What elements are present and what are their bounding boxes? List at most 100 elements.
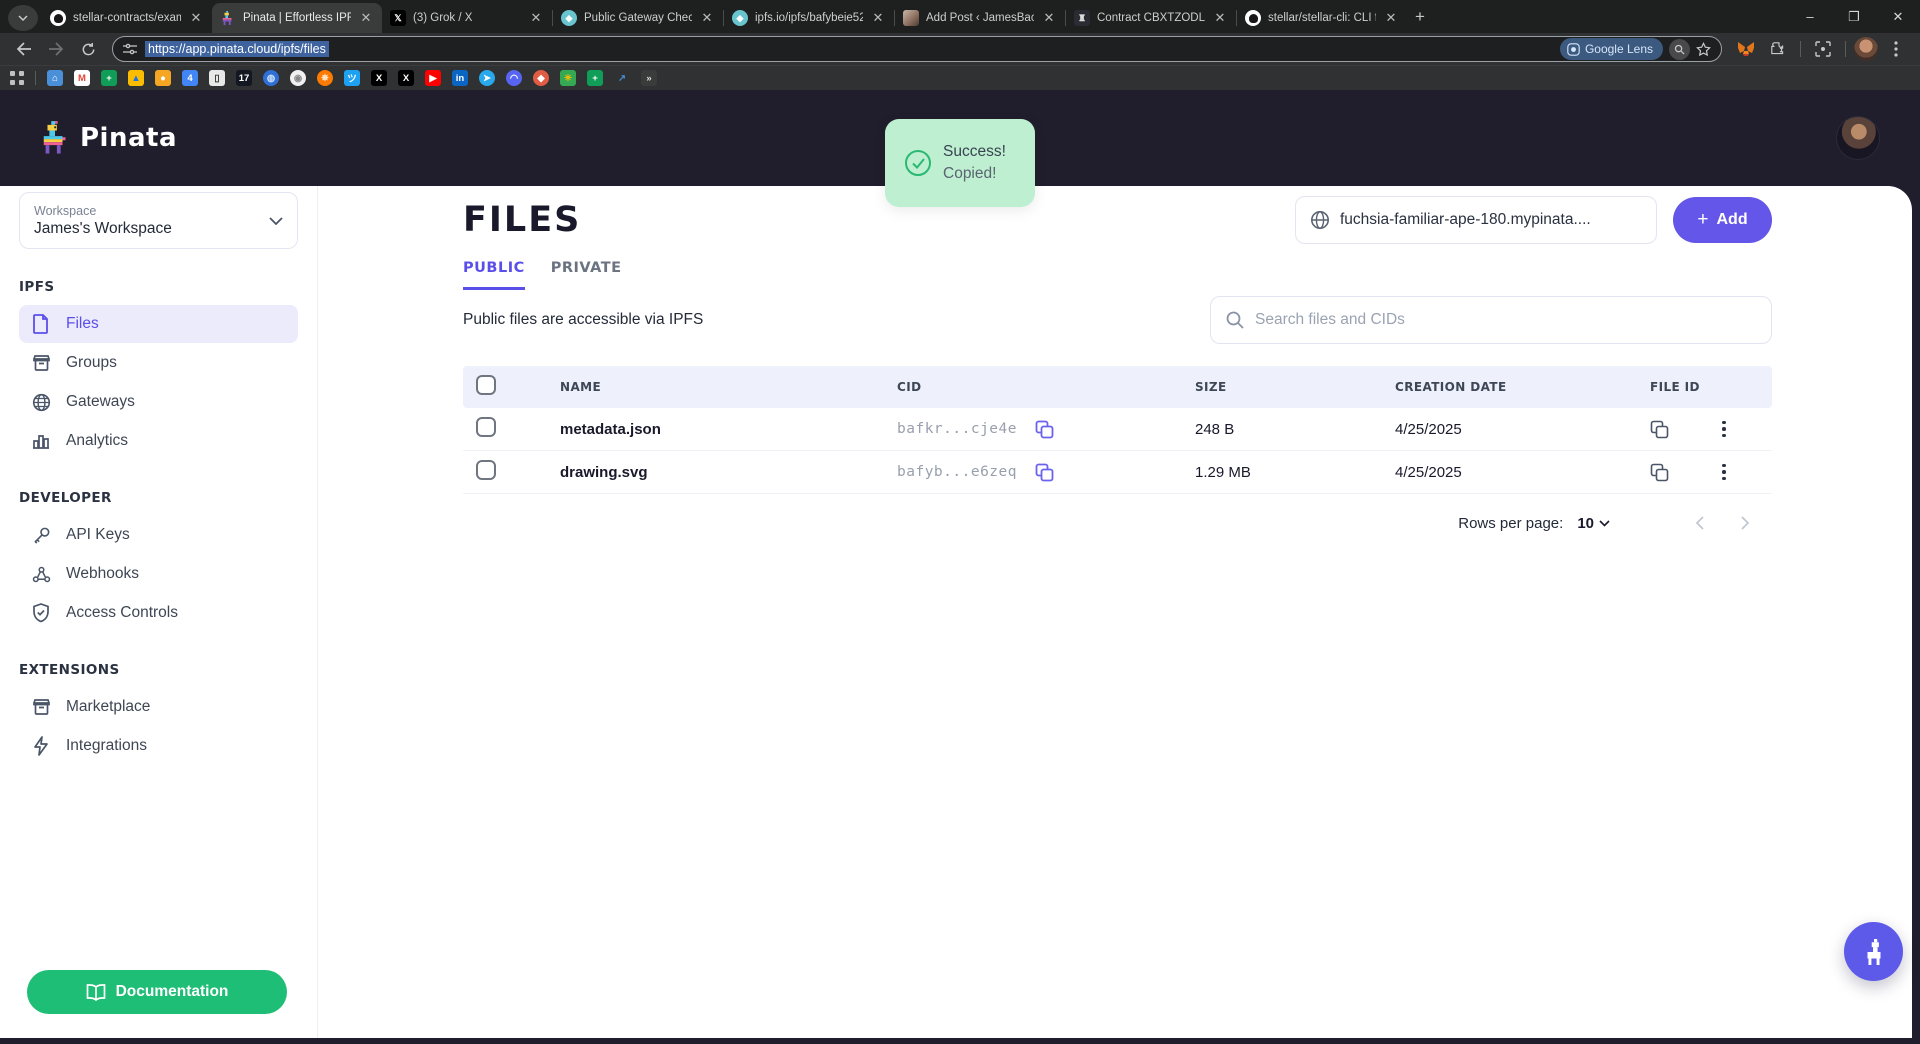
tab-private[interactable]: PRIVATE bbox=[551, 260, 622, 290]
bookmark-youtube-icon[interactable]: ▶ bbox=[425, 70, 441, 86]
next-page-button[interactable] bbox=[1734, 512, 1756, 534]
select-all-checkbox[interactable] bbox=[476, 375, 496, 395]
sidebar-item-api-keys[interactable]: API Keys bbox=[19, 516, 298, 554]
user-avatar[interactable] bbox=[1836, 116, 1880, 160]
chat-support-button[interactable] bbox=[1844, 922, 1903, 981]
tab-close-icon[interactable]: ✕ bbox=[358, 10, 374, 26]
bookmark-sphere-icon[interactable]: ◍ bbox=[263, 70, 279, 86]
tab-close-icon[interactable]: ✕ bbox=[1041, 10, 1057, 26]
workspace-selector[interactable]: Workspace James's Workspace bbox=[19, 192, 298, 249]
bookmark-telegram-icon[interactable]: ➤ bbox=[479, 70, 495, 86]
previous-page-button[interactable] bbox=[1688, 512, 1710, 534]
tab-pinata-active[interactable]: Pinata | Effortless IPFS File Mana ✕ bbox=[212, 3, 382, 33]
site-settings-icon[interactable] bbox=[123, 43, 137, 55]
row-checkbox[interactable] bbox=[476, 460, 496, 480]
row-menu-button[interactable] bbox=[1714, 421, 1734, 438]
forward-button[interactable] bbox=[42, 35, 70, 63]
url-text[interactable]: https://app.pinata.cloud/ipfs/files bbox=[145, 41, 329, 57]
gateway-selector[interactable]: fuchsia-familiar-ape-180.mypinata.... bbox=[1295, 196, 1657, 244]
pinata-logo[interactable]: Pinata bbox=[40, 121, 177, 155]
copy-cid-button[interactable] bbox=[1035, 463, 1054, 482]
apps-grid-icon[interactable] bbox=[10, 71, 24, 85]
bookmark-chart-icon[interactable]: ↗ bbox=[614, 70, 630, 86]
tab-close-icon[interactable]: ✕ bbox=[528, 10, 544, 26]
tab-search-button[interactable] bbox=[8, 5, 38, 31]
tab-add-post[interactable]: Add Post ‹ JamesBachini.com – ✕ bbox=[895, 3, 1065, 33]
sidebar-item-gateways[interactable]: Gateways bbox=[19, 383, 298, 421]
bookmark-drive-icon[interactable]: ▲ bbox=[128, 70, 144, 86]
sidebar-item-files[interactable]: Files bbox=[19, 305, 298, 343]
minimize-button[interactable]: – bbox=[1788, 0, 1832, 33]
add-button[interactable]: + Add bbox=[1673, 197, 1772, 243]
pinata-llama-icon bbox=[221, 11, 235, 25]
restore-button[interactable]: ❐ bbox=[1832, 0, 1876, 33]
tab-contract[interactable]: ♜ Contract CBXTZODLEK6C2EXSY ✕ bbox=[1066, 3, 1236, 33]
bookmark-overflow-icon[interactable]: » bbox=[641, 70, 657, 86]
sidebar-item-marketplace[interactable]: Marketplace bbox=[19, 688, 298, 726]
bookmark-blue-four-icon[interactable]: 4 bbox=[182, 70, 198, 86]
copy-file-id-button[interactable] bbox=[1650, 420, 1669, 439]
bookmark-purple-app-icon[interactable]: ◠ bbox=[506, 70, 522, 86]
bar-chart-icon bbox=[31, 432, 51, 450]
screenshot-tool-icon[interactable] bbox=[1809, 35, 1837, 63]
sidebar-item-integrations[interactable]: Integrations bbox=[19, 727, 298, 765]
documentation-button[interactable]: Documentation bbox=[27, 970, 287, 1014]
tab-stellar-contracts[interactable]: stellar-contracts/examples/nft ✕ bbox=[42, 3, 212, 33]
sidebar-item-groups[interactable]: Groups bbox=[19, 344, 298, 382]
gateway-domain: fuchsia-familiar-ape-180.mypinata.... bbox=[1340, 211, 1591, 229]
bookmark-x-app-1-icon[interactable]: X bbox=[371, 70, 387, 86]
bookmark-home-icon[interactable]: ⌂ bbox=[47, 70, 63, 86]
back-button[interactable] bbox=[10, 35, 38, 63]
brand-name: Pinata bbox=[80, 123, 177, 153]
tab-public[interactable]: PUBLIC bbox=[463, 260, 525, 290]
lens-search-icon[interactable] bbox=[1669, 39, 1690, 60]
chrome-profile-avatar[interactable] bbox=[1854, 37, 1878, 61]
bookmark-tradingview-icon[interactable]: 17 bbox=[236, 70, 252, 86]
metamask-extension-icon[interactable] bbox=[1732, 35, 1760, 63]
bookmark-color-app-icon[interactable]: ✳ bbox=[560, 70, 576, 86]
bookmark-star-icon[interactable] bbox=[1696, 42, 1711, 57]
google-lens-button[interactable]: Google Lens bbox=[1560, 38, 1663, 60]
tab-close-icon[interactable]: ✕ bbox=[1212, 10, 1228, 26]
rows-per-page-select[interactable]: 10 bbox=[1577, 515, 1610, 532]
bookmark-bird-icon[interactable]: ツ bbox=[344, 70, 360, 86]
bookmark-notes-icon[interactable]: ▯ bbox=[209, 70, 225, 86]
tab-close-icon[interactable]: ✕ bbox=[188, 10, 204, 26]
tab-ipfs-io[interactable]: ◆ ipfs.io/ipfs/bafybeie52o6v7t7p4 ✕ bbox=[724, 3, 894, 33]
extensions-puzzle-icon[interactable] bbox=[1764, 35, 1792, 63]
sidebar-item-analytics[interactable]: Analytics bbox=[19, 422, 298, 460]
bookmark-orange-app-icon[interactable]: ● bbox=[155, 70, 171, 86]
bookmark-gmail-icon[interactable]: M bbox=[74, 70, 90, 86]
webhook-icon bbox=[31, 565, 51, 584]
file-name[interactable]: drawing.svg bbox=[560, 464, 897, 481]
copy-cid-button[interactable] bbox=[1035, 420, 1054, 439]
file-name[interactable]: metadata.json bbox=[560, 421, 897, 438]
tab-gateway-checker[interactable]: ◆ Public Gateway Checker | IPFS ✕ bbox=[553, 3, 723, 33]
tab-stellar-cli[interactable]: stellar/stellar-cli: CLI for Stellar ✕ bbox=[1237, 3, 1407, 33]
bookmark-fingerprint-icon[interactable]: ◉ bbox=[290, 70, 306, 86]
bookmark-x-app-2-icon[interactable]: X bbox=[398, 70, 414, 86]
tab-close-icon[interactable]: ✕ bbox=[870, 10, 886, 26]
tab-grok[interactable]: 𝕏 (3) Grok / X ✕ bbox=[382, 3, 552, 33]
sidebar-item-access-controls[interactable]: Access Controls bbox=[19, 594, 298, 632]
bookmark-sheets-icon[interactable]: + bbox=[101, 70, 117, 86]
address-bar[interactable]: https://app.pinata.cloud/ipfs/files Goog… bbox=[112, 36, 1722, 62]
lightning-icon bbox=[31, 736, 51, 756]
tab-close-icon[interactable]: ✕ bbox=[699, 10, 715, 26]
sidebar-item-webhooks[interactable]: Webhooks bbox=[19, 555, 298, 593]
search-box[interactable] bbox=[1210, 296, 1772, 344]
row-menu-button[interactable] bbox=[1714, 464, 1734, 481]
bookmark-linkedin-icon[interactable]: in bbox=[452, 70, 468, 86]
chrome-menu-icon[interactable] bbox=[1882, 35, 1910, 63]
new-tab-button[interactable]: + bbox=[1415, 7, 1425, 27]
main-content: FILES fuchsia-familiar-ape-180.mypinata.… bbox=[318, 186, 1912, 1038]
tab-close-icon[interactable]: ✕ bbox=[1383, 10, 1399, 26]
bookmark-red-app-icon[interactable]: ◆ bbox=[533, 70, 549, 86]
close-window-button[interactable]: ✕ bbox=[1876, 0, 1920, 33]
bookmark-green-cross-icon[interactable]: + bbox=[587, 70, 603, 86]
search-input[interactable] bbox=[1255, 311, 1757, 329]
reload-button[interactable] bbox=[74, 35, 102, 63]
row-checkbox[interactable] bbox=[476, 417, 496, 437]
bookmark-starburst-icon[interactable]: ✸ bbox=[317, 70, 333, 86]
copy-file-id-button[interactable] bbox=[1650, 463, 1669, 482]
